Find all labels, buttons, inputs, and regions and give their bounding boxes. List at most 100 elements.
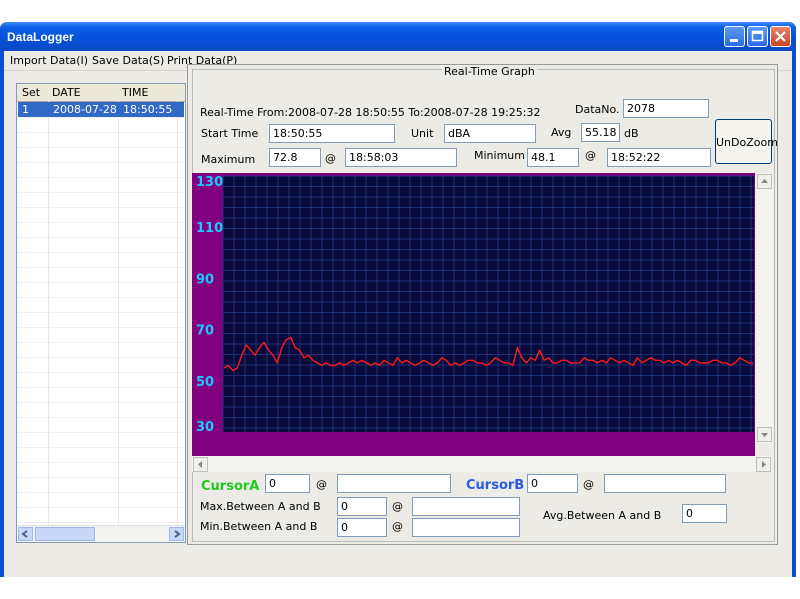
close-icon xyxy=(775,31,786,42)
list-grid-line xyxy=(17,462,185,463)
start-time-field[interactable]: 18:50:55 xyxy=(269,124,395,143)
list-grid-line xyxy=(17,192,185,193)
avg-label: Avg xyxy=(551,126,572,139)
maximize-button[interactable] xyxy=(747,26,768,47)
list-grid-line xyxy=(17,237,185,238)
list-row[interactable]: 1 2008-07-28 18:50:55 xyxy=(18,102,184,117)
y-tick-label: 110 xyxy=(196,221,223,236)
cursor-a-field[interactable]: 0 xyxy=(265,474,310,493)
y-tick-label: 90 xyxy=(196,272,214,287)
list-grid-line xyxy=(17,387,185,388)
maximum-field[interactable]: 72.8 xyxy=(269,148,321,167)
cursor-b-time-field[interactable] xyxy=(604,474,726,493)
list-grid-line xyxy=(17,492,185,493)
max-between-label: Max.Between A and B xyxy=(200,500,321,513)
scroll-up-button[interactable] xyxy=(757,174,772,189)
list-grid-line xyxy=(17,432,185,433)
list-grid-line xyxy=(17,297,185,298)
arrow-left-icon xyxy=(21,530,28,538)
column-header-set[interactable]: Set xyxy=(22,86,40,99)
undo-zoom-button[interactable]: UnDoZoom xyxy=(715,119,778,164)
list-grid-line xyxy=(17,372,185,373)
minimize-icon xyxy=(730,39,738,42)
scroll-down-button[interactable] xyxy=(757,427,772,442)
max-between-time-field[interactable] xyxy=(412,497,520,516)
list-grid-line xyxy=(17,132,185,133)
real-time-graph[interactable]: 130 110 90 70 50 30 xyxy=(192,173,755,456)
max-between-field[interactable]: 0 xyxy=(337,497,387,516)
avg-between-field[interactable]: 0 xyxy=(682,504,727,523)
list-grid-line xyxy=(17,222,185,223)
y-tick-label: 30 xyxy=(196,420,214,435)
y-tick-label: 50 xyxy=(196,375,214,390)
cell-time: 18:50:55 xyxy=(123,103,173,116)
maximum-at-label: @ xyxy=(325,152,336,165)
list-grid-line xyxy=(17,117,185,118)
close-button[interactable] xyxy=(770,26,791,47)
scroll-thumb[interactable] xyxy=(35,527,95,541)
minimum-label: Minimum xyxy=(474,149,525,162)
avg-unit: dB xyxy=(624,127,639,140)
list-horizontal-scrollbar[interactable] xyxy=(17,525,185,542)
scroll-right-button[interactable] xyxy=(756,457,771,472)
arrow-down-icon xyxy=(761,433,768,437)
list-grid-line xyxy=(17,477,185,478)
cursor-a-label: CursorA xyxy=(201,479,260,494)
list-grid-line xyxy=(17,207,185,208)
minimize-button[interactable] xyxy=(724,26,745,47)
list-grid-line xyxy=(17,522,185,523)
list-grid-line xyxy=(17,342,185,343)
y-tick-label: 70 xyxy=(196,324,214,339)
list-grid-line xyxy=(17,327,185,328)
list-header: Set DATE TIME xyxy=(17,84,185,102)
y-tick-label: 130 xyxy=(196,175,223,190)
column-divider xyxy=(177,84,178,542)
min-between-label: Min.Between A and B xyxy=(200,520,318,533)
arrow-up-icon xyxy=(761,179,768,183)
graph-group-title: Real-Time Graph xyxy=(442,65,537,78)
list-grid-line xyxy=(17,267,185,268)
column-divider xyxy=(48,84,49,542)
list-grid-line xyxy=(17,357,185,358)
minimum-at-label: @ xyxy=(585,149,596,162)
start-time-label: Start Time xyxy=(201,127,259,140)
column-divider xyxy=(118,84,119,542)
max-between-at-label: @ xyxy=(392,500,403,513)
list-grid-line xyxy=(17,402,185,403)
list-grid-line xyxy=(17,282,185,283)
scroll-left-button[interactable] xyxy=(18,527,33,541)
cell-date: 2008-07-28 xyxy=(53,103,117,116)
datano-field[interactable]: 2078 xyxy=(623,99,709,118)
status-bar xyxy=(4,555,792,577)
maximum-time-field[interactable]: 18:58:03 xyxy=(345,148,457,167)
maximize-icon xyxy=(751,30,764,42)
minimum-field[interactable]: 48.1 xyxy=(527,148,579,167)
scroll-right-button[interactable] xyxy=(169,527,184,541)
min-between-field[interactable]: 0 xyxy=(337,518,387,537)
list-grid-line xyxy=(17,447,185,448)
data-set-list[interactable]: Set DATE TIME 1 2008-07-28 18:50:55 xyxy=(16,83,186,543)
list-grid-line xyxy=(17,147,185,148)
cursor-b-field[interactable]: 0 xyxy=(527,474,578,493)
arrow-right-icon xyxy=(762,461,766,468)
unit-field[interactable]: dBA xyxy=(444,124,536,143)
cursor-b-label: CursorB xyxy=(466,478,525,493)
minimum-time-field[interactable]: 18:52:22 xyxy=(607,148,711,167)
column-header-time[interactable]: TIME xyxy=(122,86,148,99)
menu-import-data[interactable]: Import Data(I) xyxy=(10,54,88,67)
graph-vertical-scrollbar[interactable] xyxy=(756,173,773,443)
graph-horizontal-scrollbar[interactable] xyxy=(192,456,772,472)
avg-between-label: Avg.Between A and B xyxy=(543,509,662,522)
scroll-left-button[interactable] xyxy=(193,457,208,472)
time-range-label: Real-Time From:2008-07-28 18:50:55 To:20… xyxy=(200,106,541,119)
menu-save-data[interactable]: Save Data(S) xyxy=(92,54,164,67)
maximum-label: Maximum xyxy=(201,153,256,166)
list-grid-line xyxy=(17,162,185,163)
cursor-a-time-field[interactable] xyxy=(337,474,451,493)
list-grid-line xyxy=(17,177,185,178)
title-bar[interactable]: DataLogger xyxy=(0,22,796,51)
min-between-time-field[interactable] xyxy=(412,518,520,537)
unit-label: Unit xyxy=(411,127,434,140)
avg-field[interactable]: 55.18 xyxy=(581,123,620,142)
column-header-date[interactable]: DATE xyxy=(52,86,81,99)
